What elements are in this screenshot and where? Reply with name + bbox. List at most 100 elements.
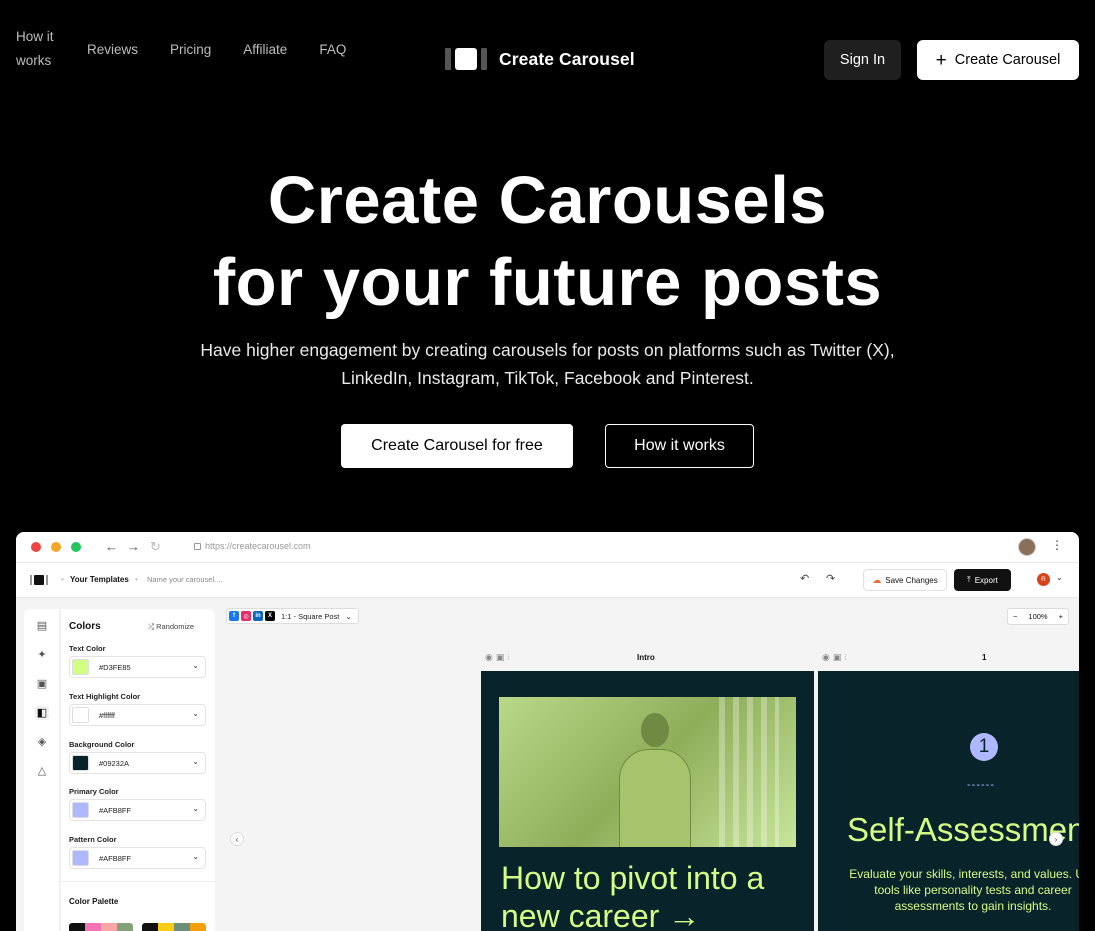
slide-label-intro: Intro [637,653,655,662]
undo-icon: ↶ [800,573,810,585]
text-color-field: #D3FE85 ⌄ [69,656,206,678]
nav-link-faq[interactable]: FAQ [319,42,346,57]
background-color-field: #09232A ⌄ [69,752,206,774]
plus-icon: + [935,49,947,71]
text-color-value: #D3FE85 [99,663,131,672]
text-color-label: Text Color [69,644,106,653]
divider [61,881,215,882]
background-color-label: Background Color [69,740,135,749]
primary-color-value: #AFB8FF [99,806,132,815]
sign-in-button[interactable]: Sign In [824,40,901,80]
hero-subtitle: Have higher engagement by creating carou… [200,340,895,388]
slide-1-body: Evaluate your skills, interests, and val… [849,867,1079,913]
carousel-name-input: Name your carousel.... [147,575,223,584]
reload-icon: ↻ [150,539,161,554]
palette-option [69,923,133,931]
address-bar: https://createcarousel.com [194,541,311,551]
create-carousel-button[interactable]: + Create Carousel [917,40,1079,80]
hero-title-line-1: Create Carousels [267,163,828,238]
color-swatch [72,802,89,818]
address-url: https://createcarousel.com [205,541,311,551]
color-swatch [72,659,89,675]
color-palette-label: Color Palette [69,897,119,906]
hero-title-line-2: for your future posts [212,245,883,320]
text-icon: ▣ [36,678,48,690]
how-it-works-button[interactable]: How it works [605,424,754,468]
instagram-icon: ◎ [241,611,251,621]
x-icon: X [265,611,275,621]
background-color-value: #09232A [99,759,130,768]
logo-icon [445,48,487,70]
user-avatar: R [1037,573,1050,586]
chevron-down-icon: ⌄ [192,757,199,766]
color-swatch [72,755,89,771]
kebab-menu-icon: ⋮ [1051,538,1063,552]
color-swatch [72,707,89,723]
export-label: Export [974,575,998,585]
facebook-icon: f [229,611,239,621]
format-label: 1:1 - Square Post [281,611,340,621]
linkedin-icon: in [253,611,263,621]
chevron-down-icon: ⌄ [192,852,199,861]
create-carousel-free-button[interactable]: Create Carousel for free [341,424,573,468]
top-nav: How it works Reviews Pricing Affiliate F… [0,0,1095,120]
chevron-left-icon: ‹ [230,832,244,846]
nav-link-affiliate[interactable]: Affiliate [243,42,287,57]
slide-label-1: 1 [982,653,987,662]
upload-icon: ⤒ [967,575,971,584]
colors-panel: Colors ⤮ Randomize Text Color #D3FE85 ⌄ … [61,609,215,931]
palette-icon: ◧ [35,706,49,720]
layers-icon: ◈ [37,736,47,748]
slide-intro: How to pivot into a new career → [481,671,814,931]
zoom-control: − 100% + [1007,608,1069,625]
brand[interactable]: Create Carousel [445,48,635,70]
close-dot-icon [31,542,41,552]
slide-1: 1 ------ Self-Assessment Evaluate your s… [818,671,1079,931]
separator-icon: • [61,575,64,584]
nav-links: How it works Reviews Pricing Affiliate F… [16,25,346,73]
chevron-down-icon: ⌄ [192,804,199,813]
primary-color-label: Primary Color [69,787,119,796]
chevron-right-icon: › [1049,832,1063,846]
zoom-out-icon: − [1013,612,1018,621]
hero-title: Create Carousels for your future posts [0,160,1095,324]
cloud-icon: ☁ [872,574,882,585]
redo-icon: ↷ [826,573,836,585]
color-swatch [72,850,89,866]
chevron-down-icon: ⌄ [192,661,199,670]
save-changes-button: ☁ Save Changes [863,569,947,591]
separator-icon: • [135,575,138,584]
brand-name: Create Carousel [499,48,635,69]
slide-tools-icon: ◉▣⦙ [485,652,513,662]
create-carousel-label: Create Carousel [954,52,1061,68]
zoom-level: 100% [1028,612,1048,621]
text-highlight-color-label: Text Highlight Color [69,692,141,701]
editor-icon-rail: ▤ ✦ ▣ ◧ ◈ △ [24,609,60,931]
text-highlight-color-field: #ffffff ⌄ [69,704,206,726]
layout-icon: ▤ [36,620,48,632]
forward-arrow-icon: → [127,539,140,554]
slide-number-badge: 1 [970,733,998,761]
slide-1-title: Self-Assessment [847,811,1079,848]
randomize-button: ⤮ Randomize [148,622,195,631]
text-highlight-color-value: #ffffff [99,711,115,720]
slide-photo [499,697,796,847]
chevron-down-icon: ⌄ [192,709,199,718]
randomize-label: Randomize [156,622,195,631]
browser-chrome: ← → ↻ https://createcarousel.com ⋮ [16,532,1079,563]
minimize-dot-icon [51,542,61,552]
slide-intro-title: How to pivot into a new career → [501,860,765,931]
chevron-down-icon: ⌄ [1056,573,1063,582]
primary-color-field: #AFB8FF ⌄ [69,799,206,821]
palette-option [142,923,206,931]
nav-link-how-it-works[interactable]: How it works [16,25,56,73]
nav-link-pricing[interactable]: Pricing [170,42,211,57]
nav-link-reviews[interactable]: Reviews [87,42,138,57]
platform-format-selector: f ◎ in X 1:1 - Square Post ⌄ [226,608,359,624]
slide-tools-icon: ◉▣⦙ [822,652,850,662]
zoom-in-icon: + [1058,612,1063,621]
pattern-color-value: #AFB8FF [99,854,132,863]
editor-toolbar: • Your Templates • Name your carousel...… [16,563,1079,598]
lock-icon [194,542,201,550]
decorative-dashes: ------ [967,779,995,791]
